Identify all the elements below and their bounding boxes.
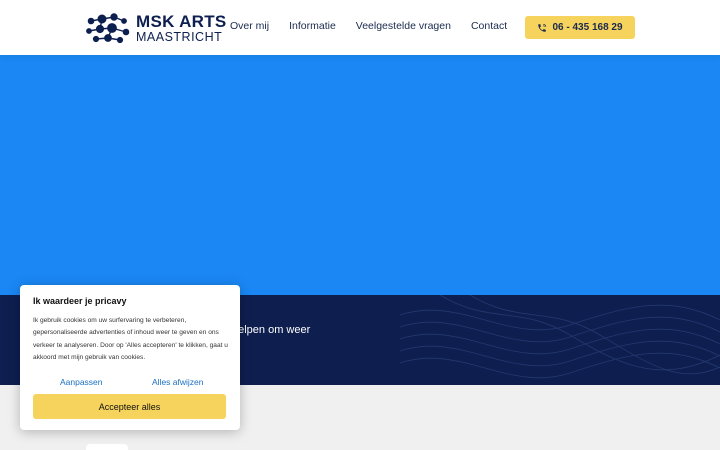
hero-banner [0,55,720,295]
cookie-accept-all-button[interactable]: Accepteer alles [33,394,226,419]
nav-informatie[interactable]: Informatie [289,20,336,32]
wave-pattern-decoration [400,295,720,379]
cookie-reject-all-button[interactable]: Alles afwijzen [130,377,227,387]
cookie-consent-dialog: Ik waardeer je pricavy Ik gebruik cookie… [20,285,240,430]
phone-button[interactable]: 06 - 435 168 29 [525,16,635,39]
logo-mark-icon [86,13,130,44]
site-header: MSK ARTS MAASTRICHT Over mij Informatie … [0,0,720,55]
nav-veelgestelde-vragen[interactable]: Veelgestelde vragen [356,20,451,32]
content-card-top [86,444,128,450]
main-nav: Over mij Informatie Veelgestelde vragen … [230,20,527,32]
intro-text: helpen om weer [232,324,311,336]
nav-contact[interactable]: Contact [471,20,507,32]
logo-subtitle: MAASTRICHT [136,30,223,44]
phone-icon [538,23,547,32]
cookie-secondary-actions: Aanpassen Alles afwijzen [33,377,226,387]
logo[interactable]: MSK ARTS MAASTRICHT [86,11,226,45]
nav-over-mij[interactable]: Over mij [230,20,269,32]
logo-title: MSK ARTS [136,12,227,31]
cookie-customize-button[interactable]: Aanpassen [33,377,130,387]
cookie-body: Ik gebruik cookies om uw surfervaring te… [33,317,228,362]
phone-label: 06 - 435 168 29 [552,22,623,33]
cookie-title: Ik waardeer je pricavy [33,296,127,306]
